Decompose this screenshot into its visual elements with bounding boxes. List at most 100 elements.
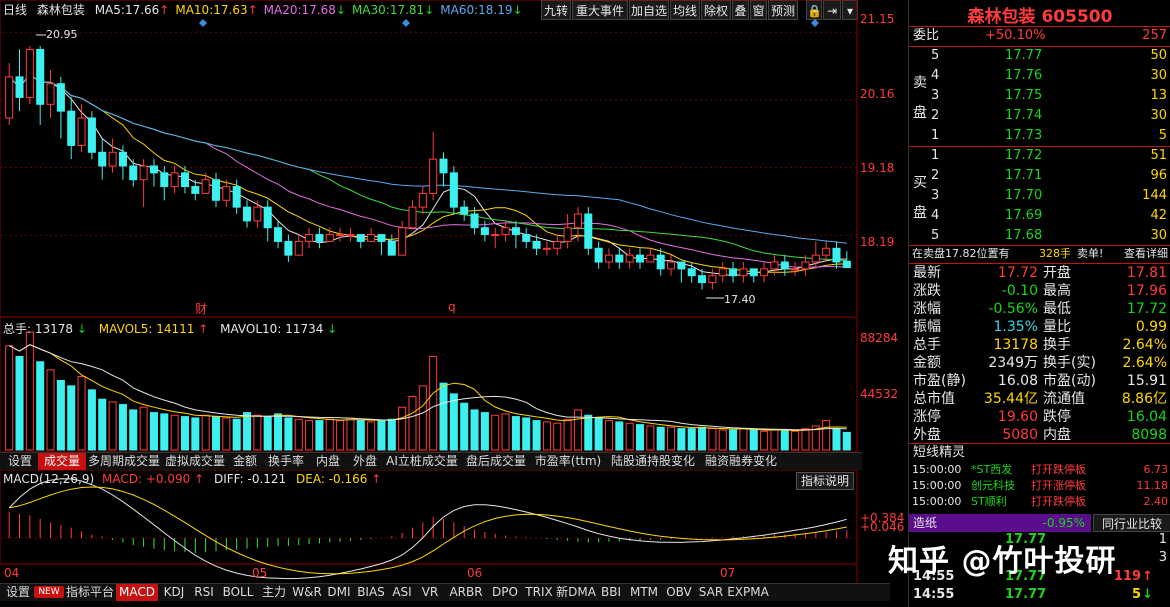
candle-body	[346, 234, 355, 237]
volume-bar	[584, 414, 593, 451]
candle	[449, 166, 458, 214]
volume-bar	[170, 414, 179, 451]
volume-tab[interactable]: 换手率	[262, 453, 310, 470]
indicator-tab[interactable]: 新DMA	[556, 584, 596, 601]
industry-compare-button[interactable]: 同行业比较	[1093, 514, 1170, 532]
month-label: 06	[467, 566, 483, 580]
indicator-tab[interactable]: 主力	[258, 584, 290, 601]
order-book-row: 1 17.73 5	[909, 127, 1170, 145]
indicator-tab[interactable]: BOLL	[218, 584, 258, 601]
indicator-tab[interactable]: 设置	[2, 584, 34, 601]
volume-tab[interactable]: 多周期成交量	[86, 453, 162, 470]
volume-tab[interactable]: 融资融券变化	[702, 453, 780, 470]
volume-tab[interactable]: 金额	[228, 453, 262, 470]
indicator-tab[interactable]: BIAS	[354, 584, 388, 601]
quote-value: 2.64%	[1122, 337, 1167, 353]
volume-bar	[87, 389, 96, 451]
quote-label: 最新	[913, 265, 941, 281]
event-marker[interactable]: q	[448, 300, 456, 314]
volume-bar	[232, 418, 241, 451]
candle	[522, 227, 531, 249]
volume-bar	[449, 393, 458, 451]
indicator-tab[interactable]: BBI	[596, 584, 626, 601]
candle	[377, 234, 386, 256]
candle-body	[573, 213, 582, 229]
volume-tab[interactable]: 成交量	[38, 453, 86, 470]
volume-tab[interactable]: 盘后成交量	[460, 453, 532, 470]
candle	[222, 179, 231, 208]
indicator-tab[interactable]: TRIX	[522, 584, 556, 601]
indicator-tab[interactable]: VR	[416, 584, 444, 601]
candle	[398, 220, 407, 256]
order-price: 17.72	[1005, 148, 1043, 163]
volume-tab[interactable]: AI立桩成交量	[384, 453, 460, 470]
tick-side: 3	[1158, 550, 1167, 565]
volume-tab[interactable]: 内盘	[310, 453, 346, 470]
order-price: 17.73	[1005, 128, 1043, 143]
volume-tab[interactable]: 设置	[2, 453, 38, 470]
macd-legend: MACD(12,26,9) MACD: +0.090 ↑ DIFF: -0.12…	[3, 472, 381, 486]
indicator-explain-button[interactable]: 指标说明	[796, 472, 855, 490]
indicator-tab[interactable]: KDJ	[158, 584, 190, 601]
indicator-tab[interactable]: ARBR	[444, 584, 488, 601]
order-volume: 5	[1158, 128, 1167, 143]
candle	[729, 262, 738, 283]
elf-item[interactable]: 15:00:00 创元科技 打开涨停板 11.18	[909, 478, 1170, 494]
quote-label: 换手(实)	[1043, 355, 1096, 371]
indicator-tab[interactable]: 指标平台	[64, 584, 116, 601]
finance-report-marker[interactable]: 财	[195, 300, 207, 317]
candle	[346, 227, 355, 242]
short-line-elf-title[interactable]: 短线精灵	[913, 444, 965, 462]
candle-body	[325, 234, 334, 242]
elf-item[interactable]: 15:00:00 ST顺利 打开跌停板 2.40	[909, 494, 1170, 510]
volume-bar	[15, 355, 24, 451]
quote-value: 17.96	[1126, 283, 1167, 299]
indicator-tab[interactable]: RSI	[190, 584, 218, 601]
volume-tab[interactable]: 市盈率(ttm)	[532, 453, 604, 470]
order-book-row: 3 17.70 144	[909, 187, 1170, 205]
indicator-tab[interactable]: ASI	[388, 584, 416, 601]
quote-label: 开盘	[1043, 265, 1071, 281]
candle	[201, 172, 210, 194]
volume-bar	[708, 428, 717, 451]
volume-tab[interactable]: 外盘	[346, 453, 384, 470]
quote-label: 涨幅	[913, 301, 941, 317]
volume-bar	[429, 355, 438, 451]
order-price: 17.74	[1005, 108, 1043, 123]
candle-body	[25, 48, 34, 98]
view-detail-link[interactable]: 查看详细	[1124, 245, 1168, 263]
weibi-value: +50.10%	[985, 28, 1046, 43]
indicator-tab[interactable]: DMI	[324, 584, 354, 601]
volume-bar	[698, 426, 707, 451]
candle	[15, 49, 24, 112]
quote-value: -0.10	[1001, 283, 1038, 299]
order-level: 2	[931, 108, 940, 123]
elf-item[interactable]: 15:00:00 *ST西发 打开跌停板 6.73	[909, 462, 1170, 478]
industry-bar[interactable]: 造纸 -0.95%	[909, 514, 1091, 532]
quote-label: 量比	[1043, 319, 1071, 335]
indicator-tab[interactable]: MTM	[626, 584, 662, 601]
candle	[615, 248, 624, 269]
candle	[604, 248, 613, 269]
chart-area[interactable]: 日线 森林包装 MA5:17.66↑ MA10:17.63↑ MA20:17.68↓…	[0, 0, 908, 601]
indicator-tab[interactable]: OBV	[662, 584, 696, 601]
quote-label: 最低	[1043, 301, 1071, 317]
volume-bar	[842, 431, 851, 451]
elf-value: 11.18	[1136, 479, 1169, 492]
quote-label: 振幅	[913, 319, 941, 335]
volume-bar	[356, 420, 365, 451]
indicator-tab[interactable]: DPO	[488, 584, 522, 601]
volume-tab[interactable]: 陆股通持股变化	[604, 453, 702, 470]
volume-bar	[511, 416, 520, 451]
volume-tab[interactable]: 虚拟成交量	[162, 453, 228, 470]
indicator-tab[interactable]: W&R	[290, 584, 324, 601]
indicator-tab[interactable]: SAR	[696, 584, 726, 601]
indicator-tab[interactable]: NEW	[34, 586, 64, 598]
volume-bar	[408, 396, 417, 451]
volume-bar	[532, 420, 541, 451]
volume-bar	[305, 420, 314, 451]
arrow-up-icon: ↑	[198, 322, 209, 336]
indicator-tab[interactable]: EXPMA	[726, 584, 770, 601]
kline-chart[interactable]	[0, 0, 908, 586]
indicator-tab[interactable]: MACD	[116, 584, 158, 601]
